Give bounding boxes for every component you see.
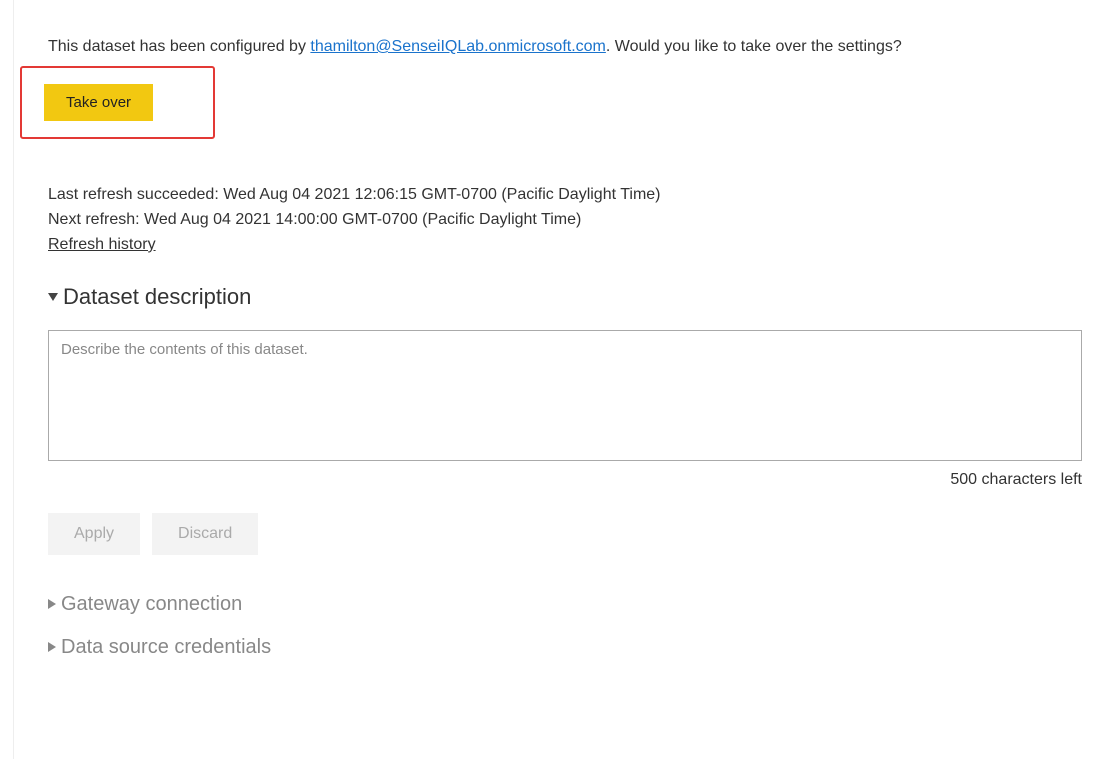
next-refresh-value: Wed Aug 04 2021 14:00:00 GMT-0700 (Pacif…: [144, 211, 581, 228]
section-data-source-credentials[interactable]: Data source credentials: [48, 636, 1082, 659]
section-gateway-connection[interactable]: Gateway connection: [48, 593, 1082, 616]
section-title-gateway: Gateway connection: [61, 593, 242, 616]
caret-down-icon: [48, 293, 58, 301]
section-title-credentials: Data source credentials: [61, 636, 271, 659]
left-divider: [13, 0, 14, 759]
owner-email-link[interactable]: thamilton@SenseiIQLab.onmicrosoft.com: [310, 38, 605, 55]
refresh-history-link[interactable]: Refresh history: [48, 233, 156, 258]
description-textarea[interactable]: [48, 330, 1082, 461]
apply-button[interactable]: Apply: [48, 513, 140, 555]
last-refresh-value: Wed Aug 04 2021 12:06:15 GMT-0700 (Pacif…: [223, 186, 660, 203]
intro-text: This dataset has been configured by tham…: [48, 0, 1082, 58]
section-dataset-description[interactable]: Dataset description: [48, 284, 1082, 310]
refresh-info: Last refresh succeeded: Wed Aug 04 2021 …: [48, 183, 1082, 257]
caret-right-icon: [48, 642, 56, 652]
discard-button[interactable]: Discard: [152, 513, 258, 555]
next-refresh-label: Next refresh:: [48, 211, 144, 228]
caret-right-icon: [48, 599, 56, 609]
take-over-button[interactable]: Take over: [44, 84, 153, 121]
last-refresh-line: Last refresh succeeded: Wed Aug 04 2021 …: [48, 183, 1082, 208]
intro-suffix: . Would you like to take over the settin…: [606, 38, 902, 55]
description-button-row: Apply Discard: [48, 513, 1082, 555]
take-over-highlight: Take over: [20, 66, 215, 139]
intro-prefix: This dataset has been configured by: [48, 38, 310, 55]
char-count-label: 500 characters left: [48, 471, 1082, 489]
last-refresh-label: Last refresh succeeded:: [48, 186, 223, 203]
next-refresh-line: Next refresh: Wed Aug 04 2021 14:00:00 G…: [48, 208, 1082, 233]
section-title-description: Dataset description: [63, 284, 251, 310]
